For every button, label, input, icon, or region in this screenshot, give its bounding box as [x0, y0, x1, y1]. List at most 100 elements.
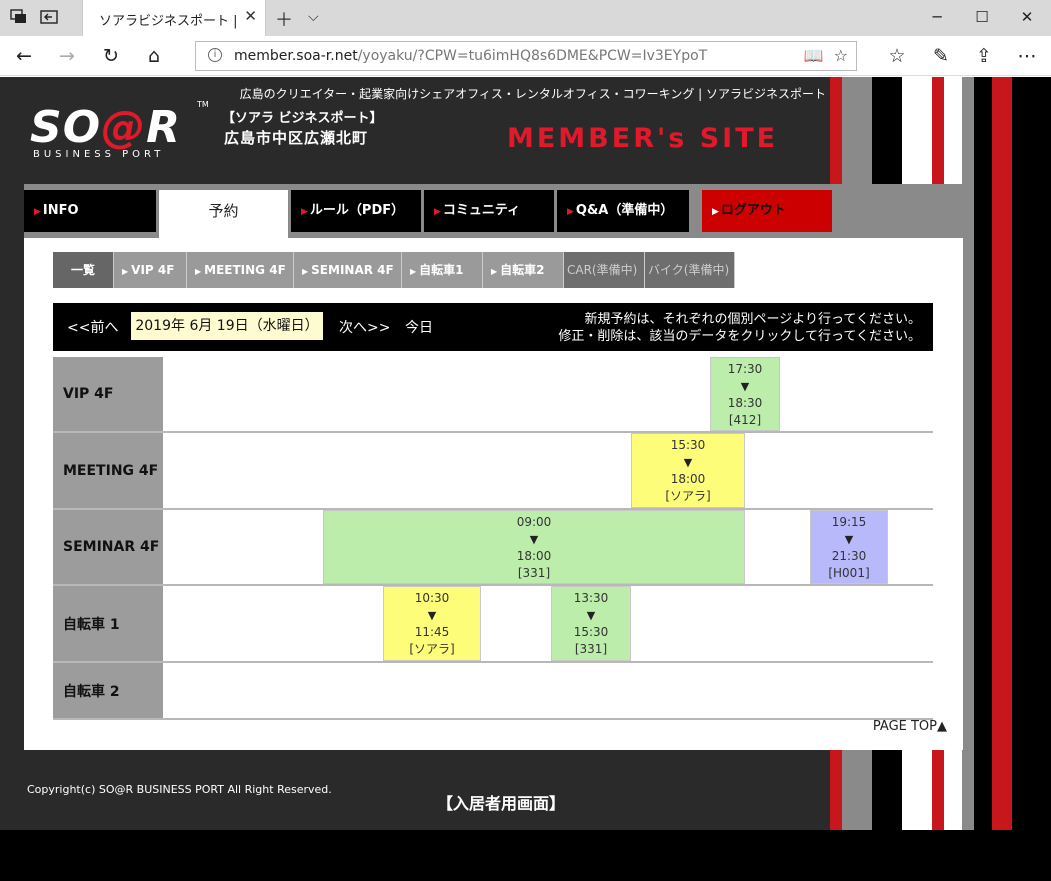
- next-day-link[interactable]: 次へ>>: [339, 317, 390, 337]
- nav-qa[interactable]: ▶ Q&A（準備中）: [557, 190, 689, 232]
- booking-end: 18:30: [727, 396, 763, 410]
- nav-rules[interactable]: ▶ ルール（PDF）: [291, 190, 421, 232]
- subnav-all-label: 一覧: [70, 263, 95, 277]
- nav-community[interactable]: ▶ コミュニティ: [424, 190, 554, 232]
- booking-start: 19:15: [831, 515, 867, 529]
- tab-list-chevron-icon[interactable]: ⌵: [308, 9, 319, 25]
- nav-yoyaku-label: 予約: [208, 202, 239, 220]
- browser-window: ソアラビジネスポート | 予約 ✕ ＋ ⌵ ─ ☐ ✕ ← → ↻ ⌂ i me…: [0, 0, 1051, 881]
- booking-end: 21:30: [831, 549, 867, 563]
- forward-icon[interactable]: →: [54, 44, 80, 68]
- refresh-icon[interactable]: ↻: [98, 44, 124, 68]
- nav-logout[interactable]: ▶ ログアウト: [702, 190, 832, 232]
- close-window-icon[interactable]: ✕: [1004, 4, 1050, 30]
- subnav-vip[interactable]: ▶ VIP 4F: [114, 252, 187, 288]
- row-label: SEMINAR 4F: [53, 510, 163, 584]
- today-link[interactable]: 今日: [405, 317, 433, 337]
- pen-icon[interactable]: ✎: [928, 44, 954, 68]
- subnav-seminar[interactable]: ▶ SEMINAR 4F: [294, 252, 402, 288]
- favorites-hub-icon[interactable]: ☆: [884, 44, 910, 68]
- tab-actions-icon[interactable]: [10, 9, 28, 25]
- maximize-icon[interactable]: ☐: [959, 4, 1005, 30]
- subnav-bike2[interactable]: ▶ 自転車2: [483, 252, 564, 288]
- booking-block[interactable]: 13:30 ▼ 15:30 [331]: [551, 586, 631, 661]
- row-label: 自転車 2: [53, 663, 163, 718]
- site-tagline: 広島のクリエイター・起業家向けシェアオフィス・レンタルオフィス・コワーキング |…: [239, 87, 826, 101]
- nav-info[interactable]: ▶ INFO: [24, 190, 156, 232]
- nav-community-label: コミュニティ: [442, 203, 521, 218]
- nav-bullet-icon: ▶: [434, 207, 441, 217]
- booking-block[interactable]: 19:15 ▼ 21:30 [H001]: [810, 510, 888, 584]
- booking-user: [412]: [728, 413, 762, 427]
- url-path: /yoyaku/?CPW=tu6imHQ8s6DME&PCW=Iv3EYpoT: [357, 48, 708, 64]
- subnav-car-label: CAR(準備中): [567, 263, 638, 277]
- booking-block[interactable]: 10:30 ▼ 11:45 [ソアラ]: [383, 586, 481, 661]
- home-icon[interactable]: ⌂: [141, 44, 167, 68]
- booking-start: 10:30: [414, 591, 450, 605]
- minimize-icon[interactable]: ─: [914, 4, 960, 30]
- member-site-title: MEMBER's SITE: [507, 123, 779, 154]
- reading-view-icon[interactable]: 📖: [804, 46, 824, 65]
- favorite-star-icon[interactable]: ☆: [834, 46, 848, 65]
- subnav-bullet-icon: ▶: [122, 267, 129, 276]
- booking-user: [H001]: [828, 566, 870, 580]
- current-date: 2019年 6月 19日（水曜日）: [131, 312, 323, 340]
- nav-bullet-icon: ▶: [712, 207, 719, 217]
- footer-copyright: Copyright(c) SO@R BUSINESS PORT All Righ…: [27, 783, 332, 796]
- booking-block[interactable]: 15:30 ▼ 18:00 [ソアラ]: [631, 433, 745, 508]
- main-panel: ▶ INFO 予約 ▶ ルール（PDF） ▶ コミュニティ ▶ Q&A（準備中） ▶ ログ…: [24, 184, 963, 750]
- arrow-down-icon: ▼: [740, 380, 750, 393]
- new-tab-icon[interactable]: ＋: [275, 6, 293, 32]
- nav-bullet-icon: ▶: [34, 207, 41, 217]
- booking-start: 15:30: [670, 438, 706, 452]
- logo-trademark: TM: [197, 100, 209, 109]
- logo-text-a: SO: [30, 102, 102, 153]
- subnav-car: CAR(準備中): [564, 252, 645, 288]
- arrow-down-icon: ▼: [529, 533, 539, 546]
- subnav-bike1[interactable]: ▶ 自転車1: [402, 252, 483, 288]
- url-host: member.soa-r.net: [234, 48, 358, 64]
- tab-active[interactable]: ソアラビジネスポート | 予約 ✕: [82, 0, 266, 36]
- tab-bar: ソアラビジネスポート | 予約 ✕ ＋ ⌵ ─ ☐ ✕: [0, 0, 1051, 36]
- schedule-row-vip: VIP 4F 17:30 ▼ 18:30 [412]: [53, 357, 933, 433]
- close-tab-icon[interactable]: ✕: [244, 7, 257, 25]
- subnav-bike2-label: 自転車2: [500, 263, 545, 277]
- footer-bar: [0, 830, 1051, 881]
- logo-text-b: R: [146, 102, 181, 153]
- subnav-all[interactable]: 一覧: [53, 252, 114, 288]
- url-text[interactable]: member.soa-r.net/yoyaku/?CPW=tu6imHQ8s6D…: [234, 48, 707, 64]
- booking-user: [ソアラ]: [409, 642, 455, 656]
- site-header: 広島のクリエイター・起業家向けシェアオフィス・レンタルオフィス・コワーキング |…: [0, 77, 830, 184]
- subnav-bullet-icon: ▶: [410, 267, 417, 276]
- more-icon[interactable]: ⋯: [1014, 44, 1040, 68]
- booking-end: 11:45: [414, 625, 450, 639]
- booking-block[interactable]: 17:30 ▼ 18:30 [412]: [710, 357, 780, 431]
- site-logo[interactable]: SO@R: [30, 102, 181, 153]
- arrow-down-icon: ▼: [844, 533, 854, 546]
- logo-subtitle: BUSINESS PORT: [33, 149, 165, 160]
- booking-start: 17:30: [727, 362, 763, 376]
- set-tabs-aside-icon[interactable]: [40, 9, 58, 25]
- nav-yoyaku[interactable]: 予約: [159, 190, 288, 238]
- back-icon[interactable]: ←: [11, 44, 37, 68]
- tab-title: ソアラビジネスポート | 予約: [99, 14, 241, 29]
- booking-end: 18:00: [516, 549, 552, 563]
- booking-start: 13:30: [573, 591, 609, 605]
- page-top-link[interactable]: PAGE TOP▲: [873, 719, 947, 734]
- instructions: 新規予約は、それぞれの個別ページより行ってください。 修正・削除は、該当のデータ…: [558, 311, 921, 345]
- site-info-icon[interactable]: i: [208, 48, 222, 62]
- arrow-down-icon: ▼: [586, 609, 596, 622]
- booking-block[interactable]: 09:00 ▼ 18:00 [331]: [323, 510, 745, 584]
- nav-qa-label: Q&A（準備中）: [575, 203, 674, 218]
- subnav-meeting[interactable]: ▶ MEETING 4F: [187, 252, 294, 288]
- navigation-bar: ← → ↻ ⌂ i member.soa-r.net/yoyaku/?CPW=t…: [0, 36, 1051, 76]
- prev-day-link[interactable]: <<前へ: [67, 317, 118, 337]
- subnav-bullet-icon: ▶: [195, 267, 202, 276]
- booking-user: [ソアラ]: [665, 489, 711, 503]
- nav-bullet-icon: ▶: [567, 207, 574, 217]
- schedule-row-bike1: 自転車 1 10:30 ▼ 11:45 [ソアラ] 13:30 ▼ 15:30 …: [53, 586, 933, 663]
- address-bar[interactable]: i member.soa-r.net/yoyaku/?CPW=tu6imHQ8s…: [195, 41, 857, 71]
- share-icon[interactable]: ⇪: [971, 44, 997, 68]
- schedule-row-meeting: MEETING 4F 15:30 ▼ 18:00 [ソアラ]: [53, 433, 933, 510]
- arrow-down-icon: ▼: [683, 456, 693, 469]
